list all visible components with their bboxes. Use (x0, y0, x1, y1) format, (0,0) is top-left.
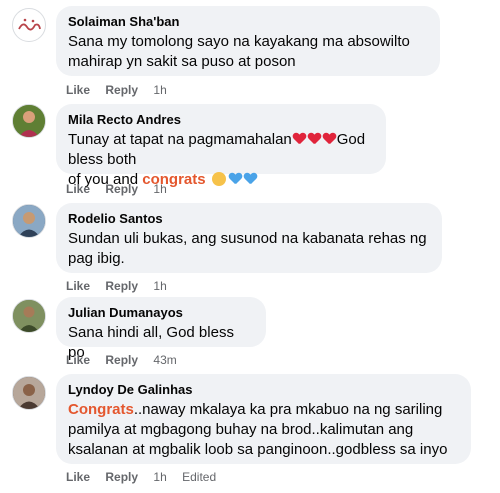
like-button[interactable]: Like (66, 82, 90, 98)
timestamp[interactable]: 1h (153, 181, 166, 197)
reply-button[interactable]: Reply (105, 181, 138, 197)
comment-item: Lyndoy De Galinhas Congrats..naway mkala… (0, 370, 500, 493)
comment-bubble: Solaiman Sha'ban Sana my tomolong sayo n… (56, 6, 440, 76)
comment-actions: Like Reply 1h (66, 278, 179, 294)
comment-bubble: Lyndoy De Galinhas Congrats..naway mkala… (56, 374, 471, 464)
comment-actions: Like Reply 43m (66, 352, 189, 368)
red-heart-icon (323, 133, 336, 145)
blue-heart-icon (229, 173, 242, 185)
reply-button[interactable]: Reply (105, 82, 138, 98)
comment-text: Sundan uli bukas, ang susunod na kabanat… (68, 230, 427, 267)
clapping-hands-icon (211, 172, 226, 186)
comment-actions: Like Reply 1h (66, 82, 179, 98)
blue-heart-icon (244, 173, 257, 185)
commenter-name[interactable]: Julian Dumanayos (68, 304, 254, 321)
avatar[interactable] (12, 376, 46, 410)
avatar[interactable] (12, 299, 46, 333)
commenter-name[interactable]: Mila Recto Andres (68, 111, 374, 128)
like-button[interactable]: Like (66, 278, 90, 294)
comment-item: Rodelio Santos Sundan uli bukas, ang sus… (0, 200, 500, 295)
highlighted-keyword[interactable]: Congrats (68, 401, 134, 418)
avatar[interactable] (12, 104, 46, 138)
comment-item: Julian Dumanayos Sana hindi all, God ble… (0, 295, 500, 370)
commenter-name[interactable]: Lyndoy De Galinhas (68, 381, 459, 398)
avatar[interactable] (12, 204, 46, 238)
comment-item: Solaiman Sha'ban Sana my tomolong sayo n… (0, 0, 500, 100)
timestamp[interactable]: 1h (153, 469, 166, 485)
comment-bubble: Rodelio Santos Sundan uli bukas, ang sus… (56, 203, 442, 273)
red-heart-icon (293, 133, 306, 145)
comment-actions: Like Reply 1h Edited (66, 469, 228, 485)
comment-bubble: Julian Dumanayos Sana hindi all, God ble… (56, 297, 266, 361)
comment-item: Mila Recto Andres Tunay at tapat na pagm… (0, 100, 500, 200)
reply-button[interactable]: Reply (105, 352, 138, 368)
comment-text: Sana my tomolong sayo na kayakang ma abs… (68, 33, 410, 70)
timestamp[interactable]: 1h (153, 82, 166, 98)
like-button[interactable]: Like (66, 469, 90, 485)
commenter-name[interactable]: Rodelio Santos (68, 210, 430, 227)
avatar[interactable] (12, 8, 46, 42)
comment-text: Congrats..naway mkalaya ka pra mkabuo na… (68, 401, 448, 458)
red-heart-icon (308, 133, 321, 145)
timestamp[interactable]: 43m (153, 352, 176, 368)
comment-actions: Like Reply 1h (66, 181, 179, 197)
like-button[interactable]: Like (66, 352, 90, 368)
timestamp[interactable]: 1h (153, 278, 166, 294)
reply-button[interactable]: Reply (105, 469, 138, 485)
edited-label: Edited (182, 470, 217, 484)
like-button[interactable]: Like (66, 181, 90, 197)
comment-bubble: Mila Recto Andres Tunay at tapat na pagm… (56, 104, 386, 188)
commenter-name[interactable]: Solaiman Sha'ban (68, 13, 428, 30)
reply-button[interactable]: Reply (105, 278, 138, 294)
